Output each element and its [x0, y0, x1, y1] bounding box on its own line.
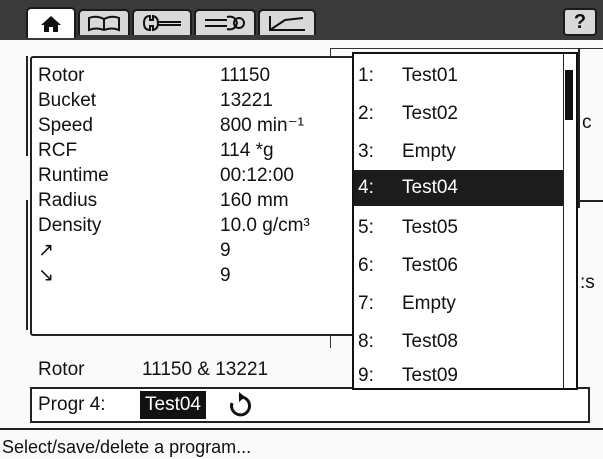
acceleration-icon: ↗: [38, 240, 54, 261]
tab-chart[interactable]: [258, 9, 316, 35]
item-name: Empty: [402, 293, 456, 314]
item-name: Test04: [402, 177, 458, 198]
dropdown-item[interactable]: 5: Test05: [354, 210, 566, 246]
chart-icon: [269, 16, 305, 31]
dropdown-item-selected[interactable]: 4: Test04: [354, 170, 566, 206]
item-number: 7:: [358, 293, 374, 314]
info-value: 00:12:00: [220, 165, 294, 186]
info-label: RCF: [38, 140, 78, 161]
wrench-icon: [142, 14, 181, 32]
info-value: 800 min⁻¹: [220, 115, 304, 136]
info-value: 13221: [220, 90, 273, 111]
info-value: 11150: [220, 65, 271, 86]
item-name: Test08: [402, 331, 458, 352]
tools-icon: [205, 15, 245, 31]
info-label: Bucket: [38, 90, 97, 111]
tab-book[interactable]: [78, 9, 130, 35]
item-name: Test09: [402, 365, 458, 386]
rotor-summary-value: 11150 & 13221: [142, 359, 269, 380]
program-value[interactable]: Test04: [140, 391, 206, 419]
dropdown-item[interactable]: 8: Test08: [354, 324, 566, 360]
info-label: Speed: [38, 115, 93, 136]
program-label: Progr 4:: [38, 394, 106, 415]
home-icon: [41, 15, 61, 32]
tab-bar: ?: [0, 0, 603, 40]
program-dropdown[interactable]: 1: Test01 2: Test02 3: Empty 4: Test04 5…: [352, 52, 578, 390]
info-value: 9: [220, 240, 231, 261]
info-label: Rotor: [38, 65, 85, 86]
info-value: 10.0 g/cm³: [220, 215, 310, 236]
dropdown-item[interactable]: 6: Test06: [354, 248, 566, 284]
background-panel-edge: [578, 48, 580, 208]
item-number: 3:: [358, 141, 374, 162]
program-info-box: Rotor 11150 Bucket 13221 Speed 800 min⁻¹…: [30, 56, 374, 336]
tab-tools[interactable]: [194, 9, 256, 35]
book-icon: [88, 15, 120, 32]
status-bar: Select/save/delete a program...: [0, 428, 603, 459]
info-value: 9: [220, 265, 231, 286]
help-button[interactable]: ?: [563, 8, 597, 36]
info-label: Radius: [38, 190, 98, 211]
background-panel-edge: [578, 200, 603, 202]
tab-wrench[interactable]: [132, 9, 192, 35]
status-text: Select/save/delete a program...: [2, 437, 252, 457]
dropdown-item[interactable]: 9: Test09: [354, 358, 566, 388]
item-number: 8:: [358, 331, 374, 352]
left-divider: [26, 200, 28, 330]
dropdown-item[interactable]: 7: Empty: [354, 286, 566, 322]
program-selector[interactable]: Progr 4: Test04: [30, 387, 590, 423]
info-value: 160 mm: [220, 190, 289, 211]
rotor-summary-label: Rotor: [38, 359, 85, 380]
scrollbar-thumb[interactable]: [565, 70, 573, 120]
item-number: 2:: [358, 103, 374, 124]
item-number: 9:: [358, 365, 374, 386]
device-screen: ? c :s Rotor 11150 Bucket 13221 Speed 80…: [0, 0, 603, 459]
dropdown-item[interactable]: 1: Test01: [354, 58, 566, 94]
hidden-panel-text: c: [582, 112, 592, 133]
item-name: Empty: [402, 141, 456, 162]
dropdown-item[interactable]: 3: Empty: [354, 134, 566, 170]
item-number: 4:: [358, 177, 374, 198]
deceleration-icon: ↘: [38, 265, 54, 286]
dropdown-scrollbar[interactable]: [563, 54, 574, 388]
item-name: Test01: [402, 65, 458, 86]
item-name: Test02: [402, 103, 458, 124]
help-label: ?: [573, 10, 587, 33]
hidden-panel-text: :s: [580, 272, 595, 293]
item-number: 1:: [358, 65, 374, 86]
tab-home[interactable]: [26, 7, 76, 38]
info-label: Density: [38, 215, 102, 236]
item-number: 6:: [358, 255, 374, 276]
dropdown-item[interactable]: 2: Test02: [354, 96, 566, 132]
info-label: Runtime: [38, 165, 109, 186]
item-number: 5:: [358, 217, 374, 238]
info-value: 114 *g: [220, 140, 274, 161]
item-name: Test05: [402, 217, 458, 238]
reload-icon[interactable]: [226, 392, 254, 420]
item-name: Test06: [402, 255, 458, 276]
left-divider: [26, 56, 28, 156]
